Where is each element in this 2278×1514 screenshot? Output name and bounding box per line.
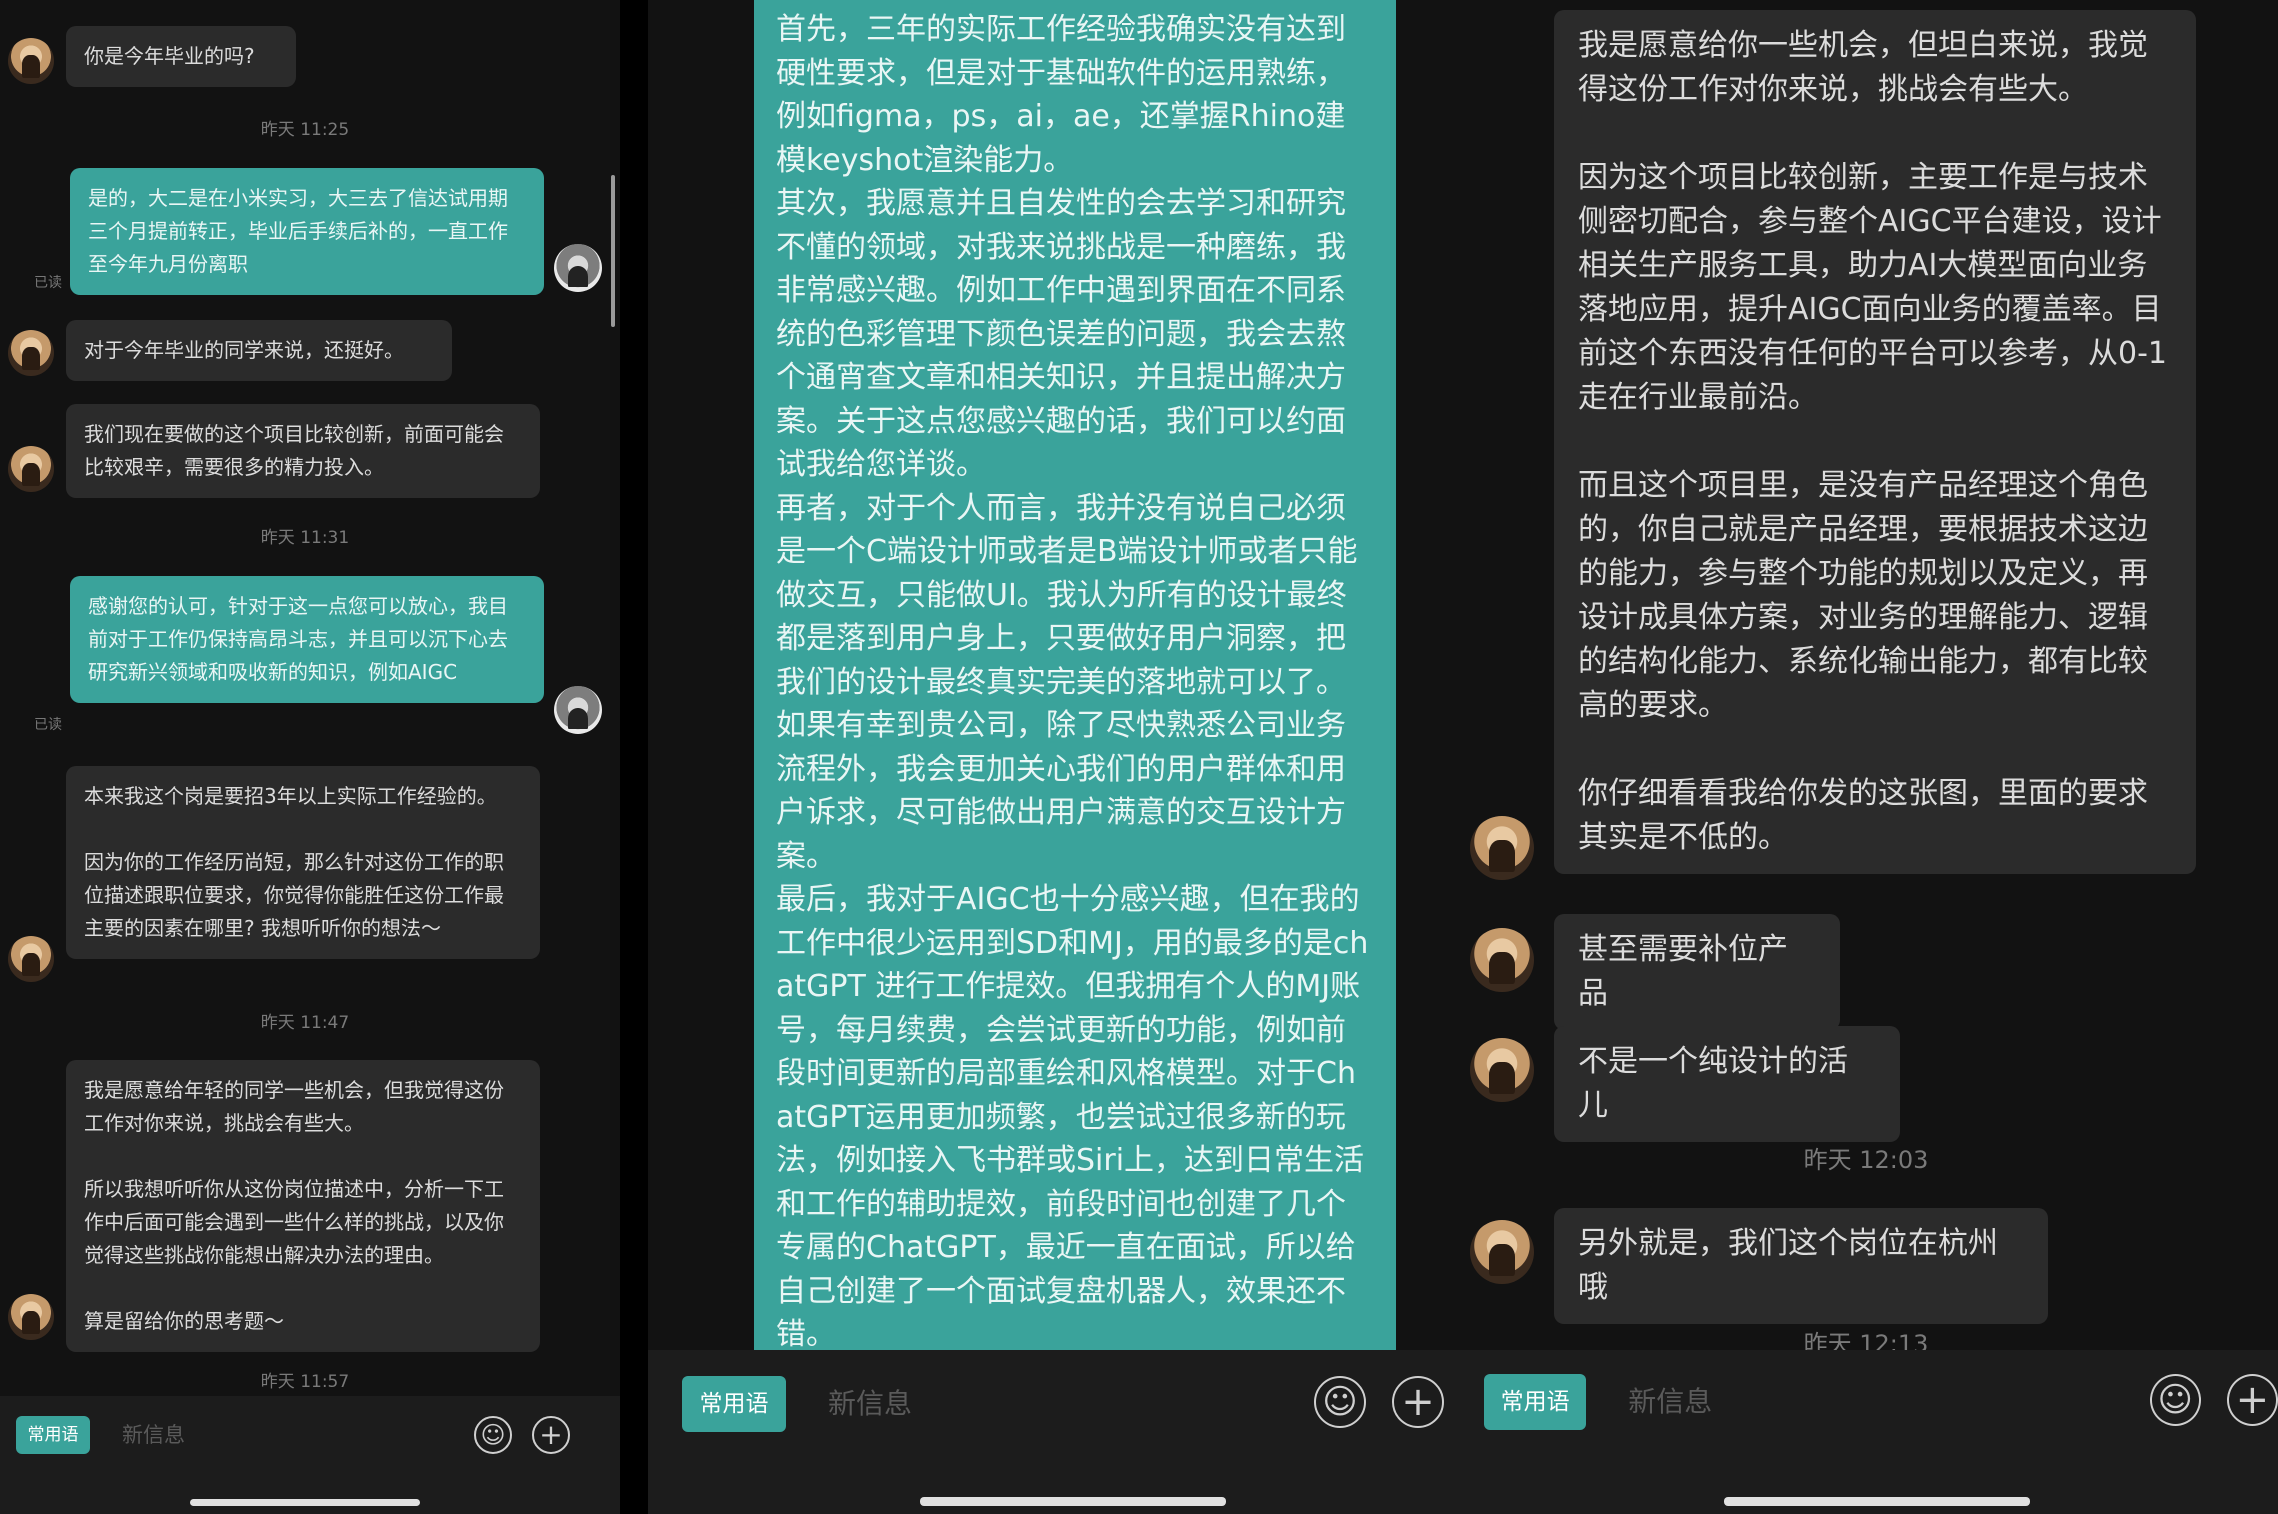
quick-phrases-button[interactable]: 常用语 [1484,1374,1587,1430]
avatar-recruiter[interactable] [1470,816,1534,880]
smiley-icon[interactable]: ☺ [1314,1376,1366,1428]
message-input[interactable]: 新信息 [1628,1374,2149,1430]
timestamp: 昨天 12:03 [1803,1146,1929,1174]
avatar-recruiter[interactable] [8,1294,54,1340]
message-bubble-self: 首先，三年的实际工作经验我确实没有达到硬性要求，但是对于基础软件的运用熟练，例如… [754,0,1396,1360]
input-bar: 常用语 新信息 ☺ + [0,1396,620,1514]
smiley-icon[interactable]: ☺ [2149,1374,2201,1426]
avatar-recruiter[interactable] [1470,1038,1534,1102]
message-bubble: 我是愿意给年轻的同学一些机会，但我觉得这份工作对你来说，挑战会有些大。 所以我想… [66,1060,540,1352]
message-bubble: 本来我这个岗是要招3年以上实际工作经验的。 因为你的工作经历尚短，那么针对这份工… [66,766,540,959]
message-bubble-self: 是的，大二是在小米实习，大三去了信达试用期三个月提前转正，毕业后手续后补的，一直… [70,168,544,295]
plus-icon[interactable]: + [2226,1374,2278,1426]
avatar-self[interactable] [554,244,602,292]
timestamp: 昨天 11:57 [260,1372,350,1392]
message-bubble: 对于今年毕业的同学来说，还挺好。 [66,320,452,381]
timestamp: 昨天 11:47 [260,1013,350,1033]
message-input[interactable]: 新信息 [122,1416,462,1454]
message-bubble: 不是一个纯设计的活儿 [1554,1026,1900,1142]
home-indicator[interactable] [190,1499,420,1506]
message-bubble: 我是愿意给你一些机会，但坦白来说，我觉得这份工作对你来说，挑战会有些大。 因为这… [1554,10,2196,874]
quick-phrases-button[interactable]: 常用语 [682,1376,786,1432]
home-indicator[interactable] [920,1497,1226,1506]
avatar-recruiter[interactable] [8,446,54,492]
home-indicator[interactable] [1724,1497,2030,1506]
timestamp: 昨天 11:25 [260,120,350,140]
avatar-recruiter[interactable] [1470,928,1534,992]
plus-icon[interactable]: + [1392,1376,1444,1428]
message-bubble-self: 感谢您的认可，针对于这一点您可以放心，我目前对于工作仍保持高昂斗志，并且可以沉下… [70,576,544,703]
avatar-self[interactable] [554,686,602,734]
input-bar: 常用语 新信息 ☺ + [1454,1350,2278,1514]
input-bar: 常用语 新信息 ☺ + [648,1350,1454,1514]
message-input[interactable]: 新信息 [828,1376,1314,1432]
quick-phrases-button[interactable]: 常用语 [16,1416,90,1454]
avatar-recruiter[interactable] [8,330,54,376]
avatar-recruiter[interactable] [8,936,54,982]
avatar-recruiter[interactable] [8,38,54,84]
message-bubble: 另外就是，我们这个岗位在杭州哦 [1554,1208,2048,1324]
plus-icon[interactable]: + [532,1416,570,1454]
scrollbar[interactable] [611,175,615,327]
chat-panel-middle: 首先，三年的实际工作经验我确实没有达到硬性要求，但是对于基础软件的运用熟练，例如… [648,0,1454,1514]
chat-panel-right: 我是愿意给你一些机会，但坦白来说，我觉得这份工作对你来说，挑战会有些大。 因为这… [1454,0,2278,1514]
message-bubble: 我们现在要做的这个项目比较创新，前面可能会比较艰辛，需要很多的精力投入。 [66,404,540,498]
message-bubble: 甚至需要补位产品 [1554,914,1840,1030]
chat-panel-left: 你是今年毕业的吗? 昨天 11:25 是的，大二是在小米实习，大三去了信达试用期… [0,0,620,1514]
read-status: 已读 [34,717,62,733]
smiley-icon[interactable]: ☺ [474,1416,512,1454]
timestamp: 昨天 11:31 [260,528,350,548]
avatar-recruiter[interactable] [1470,1220,1534,1284]
read-status: 已读 [34,275,62,291]
message-bubble: 你是今年毕业的吗? [66,26,296,87]
